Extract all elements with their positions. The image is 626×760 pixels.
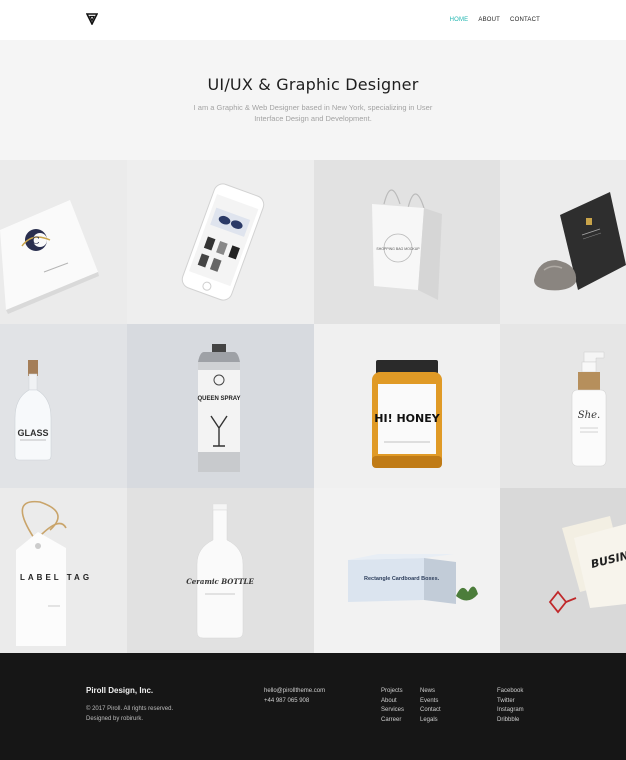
glass-bottle-text: GLASS	[17, 428, 48, 438]
ceramic-bottle-text: Ceramic BOTTLE	[186, 577, 254, 586]
pump-bottle-text: She.	[578, 410, 600, 421]
cardboard-box-mockup-image: Rectangle Cardboard Boxes.	[348, 554, 478, 604]
footer-link-about[interactable]: About	[381, 697, 404, 707]
footer-brand: Piroll Design, Inc.	[86, 686, 154, 695]
business-cards-clip-mockup-image: BUSINESS CARD	[548, 516, 626, 614]
label-tag-text: LABEL TAG	[20, 573, 92, 582]
hero-section: UI/UX & Graphic Designer I am a Graphic …	[0, 40, 626, 160]
triangle-v-logo-icon[interactable]	[86, 13, 98, 25]
spray-can-text: QUEEN SPRAY	[197, 396, 240, 402]
footer-links-col-2: News Events Contact Legals	[420, 687, 441, 725]
portfolio-item-spray-can[interactable]: QUEEN SPRAY	[127, 324, 314, 488]
business-card-letter: C	[32, 236, 40, 247]
footer-link-twitter[interactable]: Twitter	[497, 697, 524, 707]
portfolio-item-cardboard-box[interactable]: Rectangle Cardboard Boxes.	[314, 488, 500, 653]
hero-subtitle: I am a Graphic & Web Designer based in N…	[193, 103, 433, 123]
portfolio-item-iphone-mockup[interactable]	[127, 160, 314, 324]
footer-link-events[interactable]: Events	[420, 697, 441, 707]
footer-link-projects[interactable]: Projects	[381, 687, 404, 697]
nav-contact-link[interactable]: CONTACT	[510, 17, 540, 23]
footer-link-contact[interactable]: Contact	[420, 706, 441, 716]
footer-phone: +44 987 065 908	[264, 697, 310, 704]
portfolio-item-book-stone[interactable]	[500, 160, 626, 324]
portfolio-item-glass-bottle[interactable]: GLASS	[0, 324, 127, 488]
footer-designed-by: Designed by robirurk.	[86, 715, 144, 722]
portfolio-item-business-card-c[interactable]: C	[0, 160, 127, 324]
honey-jar-text: HI! HONEY	[374, 412, 440, 425]
pump-bottle-mockup-image: She.	[571, 351, 607, 467]
glass-bottle-mockup-image: GLASS	[14, 360, 52, 461]
shopping-bag-mockup-image: SHOPPING BAG MOCKUP	[372, 189, 442, 300]
footer-link-news[interactable]: News	[420, 687, 441, 697]
shopping-bag-text: SHOPPING BAG MOCKUP	[376, 247, 420, 251]
footer-link-instagram[interactable]: Instagram	[497, 706, 524, 716]
main-nav: HOME ABOUT CONTACT	[450, 17, 540, 23]
footer-link-services[interactable]: Services	[381, 706, 404, 716]
footer-email-link[interactable]: hello@pirolltheme.com	[264, 687, 325, 697]
cardboard-box-text: Rectangle Cardboard Boxes.	[364, 576, 440, 582]
nav-home-link[interactable]: HOME	[450, 17, 469, 23]
footer-link-legals[interactable]: Legals	[420, 716, 441, 726]
portfolio-item-ceramic-bottle[interactable]: Ceramic BOTTLE	[127, 488, 314, 653]
spray-can-mockup-image: QUEEN SPRAY	[197, 344, 241, 472]
site-footer: Piroll Design, Inc. © 2017 Piroll. All r…	[0, 653, 626, 760]
iphone-mockup-image	[181, 183, 265, 301]
book-stone-mockup-image	[534, 192, 626, 291]
ceramic-bottle-mockup-image: Ceramic BOTTLE	[186, 503, 254, 639]
footer-link-carreer[interactable]: Carreer	[381, 716, 404, 726]
footer-links-col-1: Projects About Services Carreer	[381, 687, 404, 725]
site-header: HOME ABOUT CONTACT	[0, 0, 626, 40]
hero-title: UI/UX & Graphic Designer	[207, 75, 419, 94]
portfolio-item-shopping-bag[interactable]: SHOPPING BAG MOCKUP	[314, 160, 500, 324]
portfolio-item-pump-bottle[interactable]: She.	[500, 324, 626, 488]
honey-jar-mockup-image: HI! HONEY	[372, 360, 442, 468]
business-card-mockup-image: C	[0, 200, 99, 314]
portfolio-item-business-cards-clip[interactable]: BUSINESS CARD	[500, 488, 626, 653]
footer-link-dribbble[interactable]: Dribbble	[497, 716, 524, 726]
footer-social-links: Facebook Twitter Instagram Dribbble	[497, 687, 524, 725]
footer-copyright: © 2017 Piroll. All rights reserved.	[86, 706, 174, 712]
portfolio-grid: C SHOPPING BAG MOCKUP GLASS QUEEN SPRAY …	[0, 160, 626, 653]
portfolio-item-label-tag[interactable]: LABEL TAG	[0, 488, 127, 653]
nav-about-link[interactable]: ABOUT	[478, 17, 500, 23]
footer-link-facebook[interactable]: Facebook	[497, 687, 524, 697]
footer-copyright-block: © 2017 Piroll. All rights reserved. Desi…	[86, 705, 173, 724]
portfolio-item-honey-jar[interactable]: HI! HONEY	[314, 324, 500, 488]
footer-contact: hello@pirolltheme.com +44 987 065 908	[264, 687, 325, 706]
label-tag-mockup-image: LABEL TAG	[16, 500, 92, 646]
